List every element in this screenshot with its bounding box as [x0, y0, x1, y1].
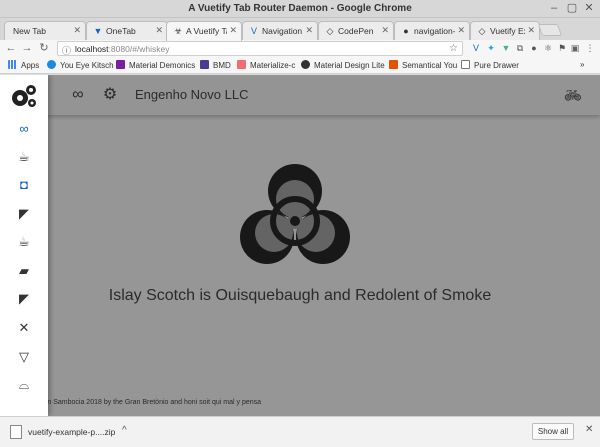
- bookmarks-bar: Apps You Eye Kitsch Material Demonics BM…: [0, 57, 600, 74]
- bookmark-materialize[interactable]: Materialize-c: [237, 60, 295, 70]
- tab-close-icon[interactable]: ✕: [381, 25, 389, 36]
- biohazard-icon: ☣: [173, 26, 183, 36]
- new-tab-button[interactable]: [537, 24, 563, 36]
- github-icon: ●: [403, 26, 409, 36]
- react-extension-icon[interactable]: ⚛: [542, 42, 554, 54]
- bookmarks-overflow-icon[interactable]: »: [580, 60, 584, 69]
- nav-infinity-icon[interactable]: ∞: [12, 119, 36, 139]
- url-path: :8080/#/whiskey: [108, 44, 170, 54]
- bookmark-bmd[interactable]: BMD: [200, 60, 231, 70]
- bookmark-favicon-icon: [47, 60, 56, 69]
- nav-book-icon[interactable]: ▰: [12, 261, 36, 281]
- bookmark-favicon-icon: [237, 60, 246, 69]
- browser-toolbar: ← → ↻ ⓘ localhost:8080/#/whiskey ☆ V ✦ ▼…: [0, 40, 600, 57]
- download-filename: vuetify-example-p....zip: [28, 427, 116, 437]
- back-icon[interactable]: ←: [4, 41, 18, 55]
- vue-devtools-icon[interactable]: ▼: [500, 42, 512, 54]
- bookmark-apps[interactable]: Apps: [8, 60, 39, 70]
- bookmark-favicon-icon: [389, 60, 398, 69]
- tab-navigation[interactable]: V Navigation d ✕: [242, 21, 318, 40]
- tab-codepen[interactable]: ◇ CodePen ✕: [318, 21, 394, 40]
- download-item[interactable]: vuetify-example-p....zip ^: [4, 421, 139, 443]
- tab-vuetify-router[interactable]: ☣ A Vuetify Tab ✕: [166, 21, 242, 41]
- drawer-overlay[interactable]: [0, 75, 600, 416]
- extension-icon[interactable]: ⧉: [514, 42, 526, 54]
- github-extension-icon[interactable]: ●: [528, 42, 540, 54]
- tab-close-icon[interactable]: ✕: [229, 25, 237, 36]
- tab-vuetify-example[interactable]: ◇ Vuetify Exam ✕: [470, 21, 540, 40]
- nav-cloche-icon[interactable]: ⌓: [12, 375, 36, 395]
- tab-close-icon[interactable]: ✕: [527, 25, 535, 36]
- bookmark-semantical-you[interactable]: Semantical You: [389, 60, 457, 70]
- window-title: A Vuetify Tab Router Daemon - Google Chr…: [188, 3, 412, 14]
- codepen-icon: ◇: [326, 26, 334, 36]
- vuetify-icon: V: [250, 26, 257, 36]
- nav-coffee-cup-icon[interactable]: ☕: [12, 147, 36, 167]
- flag-extension-icon[interactable]: ⚑: [556, 42, 568, 54]
- nav-pizza-icon[interactable]: ◤: [12, 204, 36, 224]
- bookmark-material-design-lite[interactable]: Material Design Lite: [301, 60, 385, 70]
- tab-navigation-github[interactable]: ● navigation-d ✕: [394, 21, 470, 40]
- show-all-button[interactable]: Show all: [532, 423, 574, 440]
- address-bar[interactable]: ⓘ localhost:8080/#/whiskey ☆: [57, 41, 463, 56]
- bookmark-favicon-icon: [116, 60, 125, 69]
- minimize-icon[interactable]: –: [548, 2, 560, 14]
- tab-close-icon[interactable]: ✕: [155, 25, 163, 36]
- forward-icon[interactable]: →: [20, 41, 34, 55]
- nav-cocktail-icon[interactable]: ▽: [12, 347, 36, 367]
- tab-new-tab[interactable]: New Tab ✕: [4, 21, 86, 40]
- screenshot-extension-icon[interactable]: ▣: [569, 42, 581, 54]
- bookmark-pure-drawer[interactable]: Pure Drawer: [461, 60, 519, 70]
- reload-icon[interactable]: ↻: [37, 41, 51, 55]
- gears-logo-icon[interactable]: [10, 83, 38, 109]
- window-titlebar: A Vuetify Tab Router Daemon - Google Chr…: [0, 0, 600, 18]
- url-host: localhost: [75, 44, 109, 54]
- menu-kebab-icon[interactable]: ⋮: [584, 42, 596, 54]
- tab-close-icon[interactable]: ✕: [305, 25, 313, 36]
- download-shelf: vuetify-example-p....zip ^: [0, 416, 600, 447]
- info-icon[interactable]: ⓘ: [62, 44, 71, 57]
- bookmark-favicon-icon: [200, 60, 209, 69]
- bookmark-material-demonics[interactable]: Material Demonics: [116, 60, 195, 70]
- tab-close-icon[interactable]: ✕: [457, 25, 465, 36]
- twitter-extension-icon[interactable]: ✦: [485, 42, 497, 54]
- maximize-icon[interactable]: ▢: [566, 2, 578, 14]
- close-shelf-icon[interactable]: ✕: [585, 424, 593, 435]
- tab-strip: New Tab ✕ ▼ OneTab ✕ ☣ A Vuetify Tab ✕ V…: [0, 18, 600, 41]
- tab-onetab[interactable]: ▼ OneTab ✕: [86, 21, 168, 40]
- bookmark-star-icon[interactable]: ☆: [449, 43, 458, 54]
- apps-grid-icon: [8, 60, 17, 69]
- nav-coffee-icon[interactable]: ☕: [12, 232, 36, 252]
- zip-file-icon: [10, 425, 22, 439]
- tab-close-icon[interactable]: ✕: [73, 25, 81, 36]
- nav-utensils-icon[interactable]: ✕: [12, 318, 36, 338]
- codepen-icon: ◇: [478, 26, 486, 36]
- navigation-drawer: ∞ ☕ ◘ ◤ ☕ ▰ ◤ ✕ ▽ ⌓: [0, 75, 48, 416]
- chevron-up-icon[interactable]: ^: [122, 425, 127, 436]
- bookmark-favicon-icon: [461, 60, 470, 69]
- nav-cup-icon[interactable]: ◘: [12, 175, 36, 195]
- onetab-icon: ▼: [93, 26, 103, 36]
- close-window-icon[interactable]: ✕: [583, 2, 595, 14]
- page-viewport: › ∞ ⚙ Engenho Novo LLC 🚲︎ Islay Scotch i…: [0, 75, 600, 416]
- bookmark-you-eye-kitsch[interactable]: You Eye Kitsch: [47, 60, 114, 70]
- vuetify-extension-icon[interactable]: V: [470, 42, 482, 54]
- bookmark-favicon-icon: [301, 60, 310, 69]
- nav-pizza-slice-icon[interactable]: ◤: [12, 289, 36, 309]
